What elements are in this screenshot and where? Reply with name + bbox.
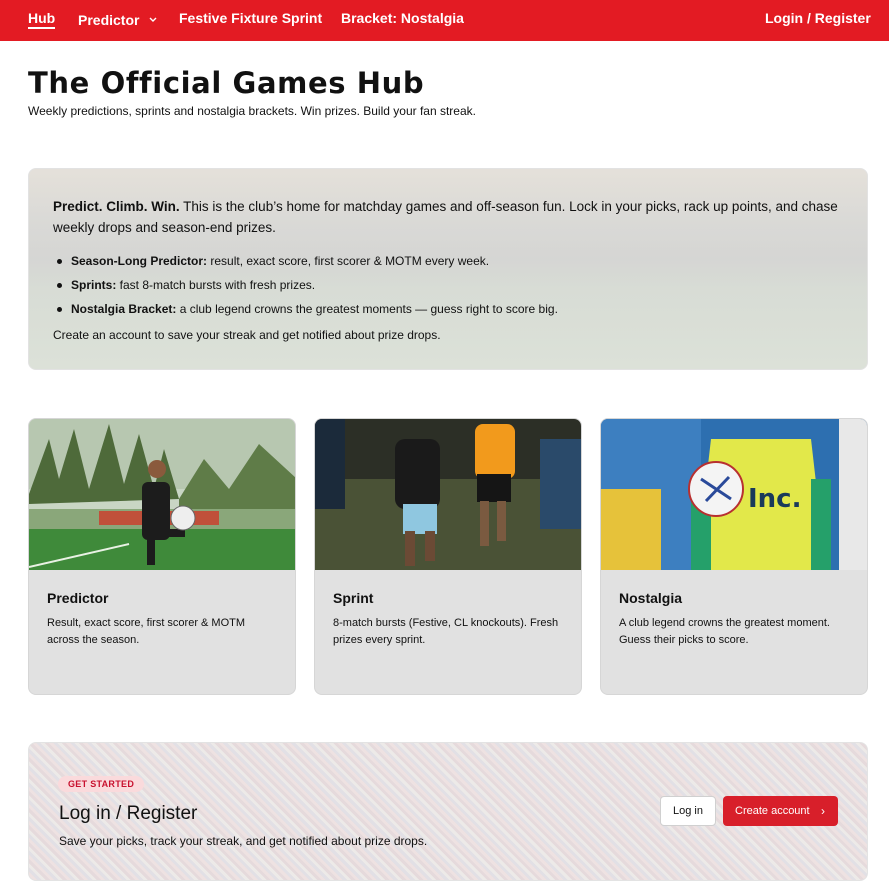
cta-title: Log in / Register bbox=[59, 803, 198, 824]
get-started-panel: GET STARTED Log in / Register Save your … bbox=[28, 742, 868, 881]
cta-subtitle: Save your picks, track your streak, and … bbox=[59, 834, 428, 848]
card-nostalgia[interactable]: Inc. Nostalgia A club legend crowns the … bbox=[600, 418, 868, 695]
page-title: The Official Games Hub bbox=[28, 66, 425, 100]
chevron-down-icon bbox=[149, 0, 157, 37]
bullet-text: fast 8-match bursts with fresh prizes. bbox=[116, 278, 316, 292]
intro-panel: Predict. Climb. Win. This is the club’s … bbox=[28, 168, 868, 370]
nav-bracket-label: Bracket: Nostalgia bbox=[341, 10, 464, 26]
sprint-photo bbox=[315, 419, 581, 570]
card-title: Nostalgia bbox=[619, 590, 683, 606]
top-nav: Hub Predictor Festive Fixture Sprint Bra… bbox=[0, 0, 889, 41]
nav-festive-label: Festive Fixture Sprint bbox=[179, 10, 323, 26]
nav-login-register[interactable]: Login / Register bbox=[765, 0, 871, 41]
intro-lead-bold: Predict. Climb. Win. bbox=[53, 199, 180, 214]
bullet-bold: Sprints: bbox=[71, 278, 117, 292]
card-sprint[interactable]: Sprint 8-match bursts (Festive, CL knock… bbox=[314, 418, 582, 695]
bullet-text: result, exact score, first scorer & MOTM… bbox=[207, 254, 490, 268]
create-account-button[interactable]: Create account › bbox=[723, 796, 838, 826]
nav-predictor-label: Predictor bbox=[78, 12, 140, 28]
chevron-right-icon: › bbox=[821, 804, 825, 818]
card-predictor[interactable]: Predictor Result, exact score, first sco… bbox=[28, 418, 296, 695]
card-title: Predictor bbox=[47, 590, 109, 606]
list-item: Season-Long Predictor: result, exact sco… bbox=[53, 249, 558, 273]
bullet-text: a club legend crowns the greatest moment… bbox=[176, 302, 558, 316]
nav-login-label: Login / Register bbox=[765, 10, 871, 26]
nav-festive-sprint[interactable]: Festive Fixture Sprint bbox=[179, 0, 322, 41]
nostalgia-photo: Inc. bbox=[601, 419, 867, 570]
get-started-badge: GET STARTED bbox=[58, 776, 145, 792]
bullet-bold: Nostalgia Bracket: bbox=[71, 302, 177, 316]
card-description: 8-match bursts (Festive, CL knockouts). … bbox=[333, 617, 559, 646]
nav-hub-label: Hub bbox=[28, 10, 56, 26]
create-account-label: Create account bbox=[735, 805, 810, 817]
list-item: Sprints: fast 8-match bursts with fresh … bbox=[53, 273, 558, 297]
active-underline bbox=[28, 27, 56, 29]
login-button[interactable]: Log in bbox=[660, 796, 716, 826]
intro-footer: Create an account to save your streak an… bbox=[53, 328, 441, 342]
nav-hub[interactable]: Hub bbox=[28, 0, 56, 41]
intro-lead: Predict. Climb. Win. This is the club’s … bbox=[53, 196, 853, 238]
bullet-bold: Season-Long Predictor: bbox=[71, 254, 208, 268]
card-description: Result, exact score, first scorer & MOTM… bbox=[47, 617, 246, 646]
page-subtitle: Weekly predictions, sprints and nostalgi… bbox=[28, 104, 476, 118]
nav-bracket-nostalgia[interactable]: Bracket: Nostalgia bbox=[341, 0, 464, 41]
card-description: A club legend crowns the greatest moment… bbox=[619, 617, 830, 646]
intro-bullets: Season-Long Predictor: result, exact sco… bbox=[53, 249, 558, 321]
nav-predictor[interactable]: Predictor bbox=[78, 0, 157, 41]
kit-sponsor-text: Inc. bbox=[748, 484, 801, 514]
card-title: Sprint bbox=[333, 590, 374, 606]
list-item: Nostalgia Bracket: a club legend crowns … bbox=[53, 297, 558, 321]
predictor-photo bbox=[29, 419, 295, 570]
